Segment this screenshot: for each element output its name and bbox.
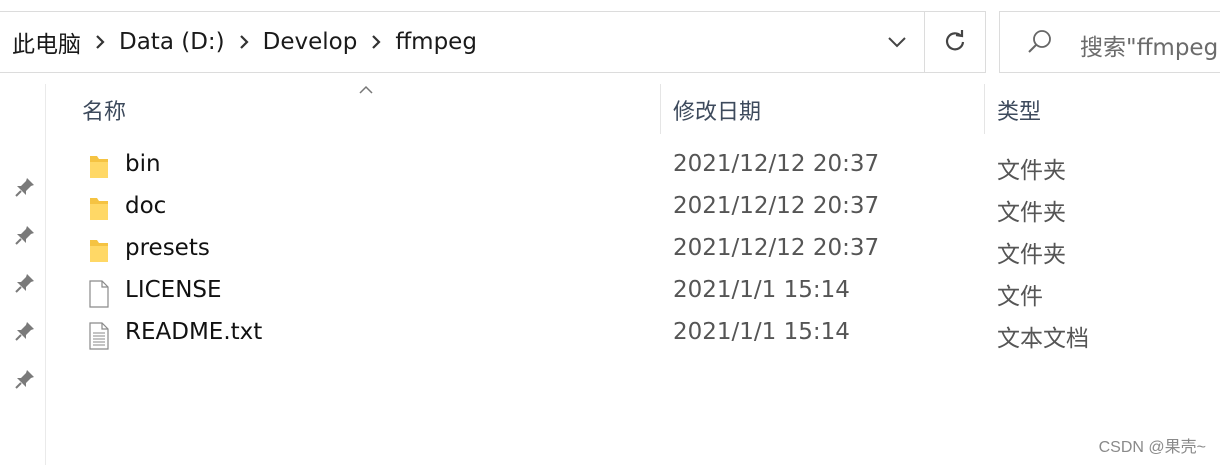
- breadcrumb: 此电脑 Data (D:) Develop ffmpeg: [12, 12, 477, 72]
- file-type: 文件夹: [997, 158, 1066, 184]
- column-header-type[interactable]: 类型: [997, 94, 1041, 126]
- file-modified: 2021/12/12 20:37: [673, 193, 880, 219]
- search-box[interactable]: 搜索"ffmpeg: [999, 11, 1220, 73]
- file-modified: 2021/1/1 15:14: [673, 277, 850, 303]
- breadcrumb-item-develop[interactable]: Develop: [263, 29, 358, 55]
- address-bar[interactable]: 此电脑 Data (D:) Develop ffmpeg: [0, 11, 986, 73]
- file-icon: [88, 280, 110, 312]
- search-input[interactable]: 搜索"ffmpeg: [1080, 28, 1218, 62]
- file-modified: 2021/12/12 20:37: [673, 235, 880, 261]
- file-type: 文本文档: [997, 326, 1089, 352]
- breadcrumb-item-this-pc[interactable]: 此电脑: [12, 25, 81, 59]
- pin-icon[interactable]: [14, 272, 36, 294]
- file-type: 文件夹: [997, 242, 1066, 268]
- navigation-bar: 此电脑 Data (D:) Develop ffmpeg 搜索"ffmpeg: [0, 0, 1220, 84]
- file-modified: 2021/1/1 15:14: [673, 319, 850, 345]
- watermark: CSDN @果壳~: [1098, 439, 1206, 456]
- folder-icon: [88, 238, 110, 268]
- column-divider[interactable]: [984, 84, 985, 134]
- breadcrumb-item-ffmpeg[interactable]: ffmpeg: [395, 29, 477, 55]
- file-row-presets[interactable]: presets 2021/12/12 20:37 文件夹: [46, 230, 1220, 272]
- file-name: doc: [125, 193, 167, 219]
- breadcrumb-item-data-drive[interactable]: Data (D:): [119, 29, 225, 55]
- file-row-doc[interactable]: doc 2021/12/12 20:37 文件夹: [46, 188, 1220, 230]
- folder-icon: [88, 196, 110, 226]
- file-name: presets: [125, 235, 210, 261]
- chevron-right-icon[interactable]: [357, 34, 395, 50]
- file-row-bin[interactable]: bin 2021/12/12 20:37 文件夹: [46, 146, 1220, 188]
- column-header-row: 名称 修改日期 类型: [46, 84, 1220, 134]
- file-name: bin: [125, 151, 161, 177]
- file-type: 文件夹: [997, 200, 1066, 226]
- pin-icon[interactable]: [14, 224, 36, 246]
- file-type: 文件: [997, 284, 1043, 310]
- chevron-right-icon[interactable]: [81, 34, 119, 50]
- chevron-right-icon[interactable]: [225, 34, 263, 50]
- refresh-icon: [944, 28, 966, 56]
- pin-icon[interactable]: [14, 368, 36, 390]
- folder-icon: [88, 154, 110, 184]
- column-header-name[interactable]: 名称: [82, 94, 126, 126]
- text-file-icon: [88, 322, 110, 354]
- refresh-button[interactable]: [925, 12, 985, 72]
- file-name: README.txt: [125, 319, 263, 345]
- address-history-button[interactable]: [870, 12, 924, 72]
- file-row-readme[interactable]: README.txt 2021/1/1 15:14 文本文档: [46, 314, 1220, 356]
- chevron-down-icon: [887, 33, 907, 52]
- pin-icon[interactable]: [14, 320, 36, 342]
- column-divider[interactable]: [660, 84, 661, 134]
- sort-ascending-icon: [358, 80, 374, 99]
- column-header-modified[interactable]: 修改日期: [673, 94, 761, 126]
- navigation-pane: [0, 84, 46, 465]
- search-icon: [1026, 28, 1054, 60]
- pin-icon[interactable]: [14, 176, 36, 198]
- file-modified: 2021/12/12 20:37: [673, 151, 880, 177]
- file-name: LICENSE: [125, 277, 222, 303]
- file-row-license[interactable]: LICENSE 2021/1/1 15:14 文件: [46, 272, 1220, 314]
